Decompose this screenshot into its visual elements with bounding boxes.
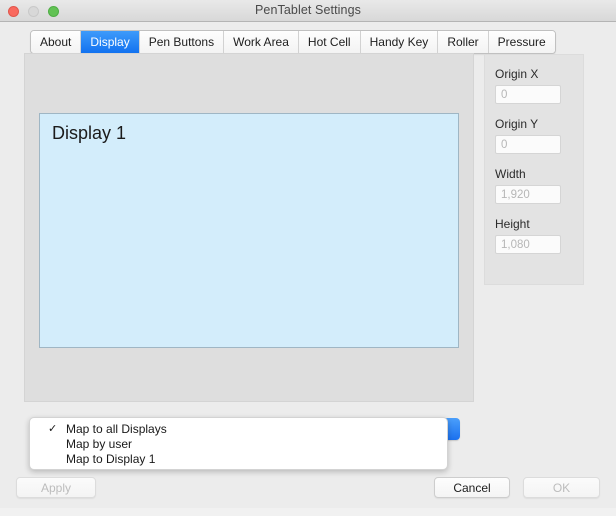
height-group: Height [485, 217, 585, 254]
display-geometry-panel: Origin X Origin Y Width Height [484, 54, 584, 285]
menu-item-map-to-display-1[interactable]: Map to Display 1 [30, 452, 447, 467]
tab-pen-buttons[interactable]: Pen Buttons [139, 31, 225, 53]
origin-y-label: Origin Y [495, 117, 539, 131]
window-titlebar: PenTablet Settings [0, 0, 616, 22]
origin-y-group: Origin Y [485, 117, 585, 154]
origin-x-input[interactable] [495, 85, 561, 104]
menu-item-map-by-user[interactable]: Map by user [30, 437, 447, 452]
display-1-rectangle[interactable]: Display 1 [39, 113, 459, 348]
window-title: PenTablet Settings [254, 3, 362, 17]
width-input[interactable] [495, 185, 561, 204]
mapping-dropdown-menu: ✓ Map to all Displays Map by user Map to… [29, 417, 448, 470]
display-1-label: Display 1 [52, 123, 127, 143]
cancel-button[interactable]: Cancel [434, 477, 510, 498]
pentablet-settings-window: PenTablet Settings About Display Pen But… [0, 0, 616, 516]
width-label: Width [495, 167, 526, 181]
menu-item-map-to-all-displays[interactable]: ✓ Map to all Displays [30, 422, 447, 437]
menu-item-label: Map to all Displays [66, 422, 167, 436]
menu-item-label: Map by user [66, 437, 133, 451]
origin-y-input[interactable] [495, 135, 561, 154]
height-label: Height [495, 217, 530, 231]
tab-about[interactable]: About [31, 31, 82, 53]
tab-roller[interactable]: Roller [438, 31, 489, 53]
height-input[interactable] [495, 235, 561, 254]
tab-handy-key[interactable]: Handy Key [360, 31, 439, 53]
checkmark-icon: ✓ [48, 423, 58, 435]
apply-button[interactable]: Apply [16, 477, 96, 498]
ok-button[interactable]: OK [523, 477, 600, 498]
window-bottom-edge [0, 508, 616, 516]
width-group: Width [485, 167, 585, 204]
menu-item-label: Map to Display 1 [66, 452, 156, 466]
tab-hot-cell[interactable]: Hot Cell [298, 31, 361, 53]
tab-work-area[interactable]: Work Area [224, 31, 299, 53]
tab-pressure[interactable]: Pressure [488, 31, 555, 53]
origin-x-group: Origin X [485, 67, 585, 104]
origin-x-label: Origin X [495, 67, 539, 81]
tab-display[interactable]: Display [81, 31, 140, 53]
settings-tab-bar: About Display Pen Buttons Work Area Hot … [30, 30, 556, 54]
